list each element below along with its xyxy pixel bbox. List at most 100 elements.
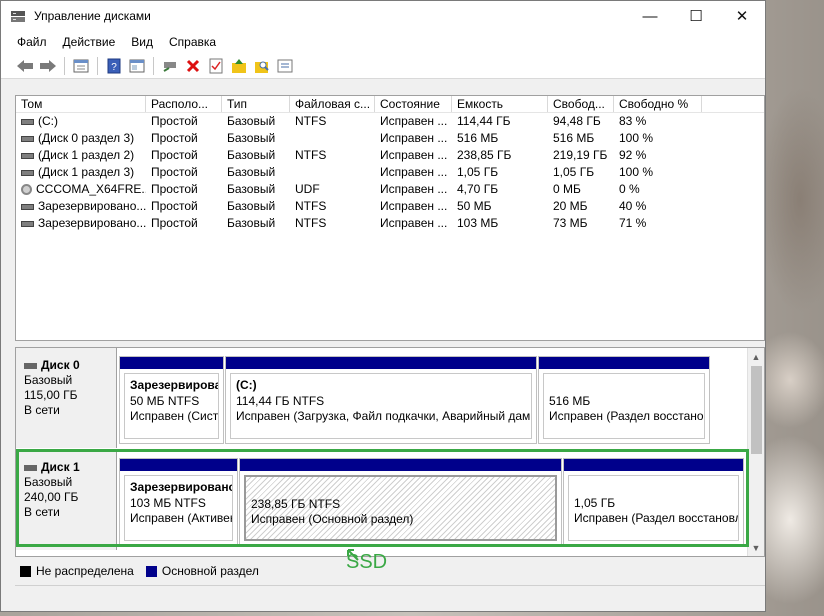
cell-type: Базовый: [227, 165, 276, 179]
column-header-capacity[interactable]: Емкость: [452, 96, 548, 112]
partition-size: 103 МБ NTFS: [130, 495, 206, 510]
cell-capacity: 114,44 ГБ: [457, 114, 511, 128]
disk-1-partition-2[interactable]: 238,85 ГБ NTFS Исправен (Основной раздел…: [239, 458, 562, 546]
disk-icon: [24, 362, 37, 369]
svg-text:?: ?: [111, 62, 117, 73]
table-row[interactable]: (Диск 0 раздел 3) Простой Базовый Исправен …: [16, 130, 764, 147]
cell-fs: UDF: [295, 182, 320, 196]
scrollbar-thumb[interactable]: [751, 366, 762, 454]
disk-1-partition-1[interactable]: Зарезервировано 103 МБ NTFS Исправен (Ак…: [119, 458, 238, 546]
table-row[interactable]: Зарезервировано... Простой Базовый NTFS Испр…: [16, 215, 764, 232]
volume-name: (Диск 1 раздел 3): [38, 165, 135, 179]
column-header-status[interactable]: Состояние: [375, 96, 452, 112]
cell-capacity: 4,70 ГБ: [457, 182, 499, 196]
disk-0-partition-2[interactable]: (C:) 114,44 ГБ NTFS Исправен (Загрузка, …: [225, 356, 537, 444]
table-row[interactable]: CCCOMA_X64FRE... Простой Базовый UDF Исправе…: [16, 181, 764, 198]
disk-1-partition-3[interactable]: 1,05 ГБ Исправен (Раздел восстановле: [563, 458, 744, 546]
menu-view[interactable]: Вид: [123, 35, 161, 49]
column-header-filesystem[interactable]: Файловая с...: [290, 96, 375, 112]
cell-free: 20 МБ: [553, 199, 588, 213]
disk-1-size: 240,00 ГБ: [24, 490, 79, 504]
cell-fs: [290, 164, 375, 181]
legend-swatch: [145, 565, 157, 577]
menu-action[interactable]: Действие: [55, 35, 124, 49]
scroll-down-icon[interactable]: ▼: [748, 539, 764, 556]
disk-0-label[interactable]: Диск 0 Базовый 115,00 ГБ В сети: [16, 348, 117, 448]
volume-icon: [21, 169, 34, 176]
properties-sheet-icon[interactable]: [127, 56, 147, 76]
disk-0-partition-1[interactable]: Зарезервирова 50 МБ NTFS Исправен (Систе: [119, 356, 224, 444]
status-bar: [15, 585, 765, 609]
partition-status: Исправен (Активен: [130, 511, 233, 525]
cell-capacity: 238,85 ГБ: [457, 148, 512, 162]
disk-0-name: Диск 0: [41, 358, 80, 372]
cell-layout: Простой: [151, 182, 198, 196]
table-row[interactable]: (C:) Простой Базовый NTFS Исправен ... 114,44…: [16, 113, 764, 130]
disk-map-scrollbar[interactable]: ▲ ▼: [747, 348, 764, 556]
cell-free: 219,19 ГБ: [553, 148, 608, 162]
legend: Не распределена Основной раздел: [15, 560, 765, 582]
cell-status: Исправен ...: [380, 114, 448, 128]
back-arrow-icon[interactable]: [15, 56, 35, 76]
table-row[interactable]: (Диск 1 раздел 2) Простой Базовый NTFS Испра…: [16, 147, 764, 164]
help-icon[interactable]: ?: [104, 56, 124, 76]
cell-type: Базовый: [227, 131, 276, 145]
partition-info: 1,05 ГБ Исправен (Раздел восстановле: [568, 475, 739, 541]
delete-icon[interactable]: [183, 56, 203, 76]
cell-free-pct: 40 %: [619, 199, 647, 213]
forward-arrow-icon[interactable]: [38, 56, 58, 76]
volume-name-cell: CCCOMA_X64FRE...: [16, 181, 146, 198]
folder-up-icon[interactable]: [229, 56, 249, 76]
cell-type: Базовый: [227, 216, 276, 230]
partition-bar: [120, 459, 237, 471]
cell-free: 73 МБ: [553, 216, 588, 230]
close-button[interactable]: ✕: [719, 1, 765, 31]
cell-fs: NTFS: [295, 199, 327, 213]
volume-name: CCCOMA_X64FRE...: [36, 182, 146, 196]
disk-1-label[interactable]: Диск 1 Базовый 240,00 ГБ В сети: [16, 450, 117, 550]
volume-icon: [21, 135, 34, 142]
partition-info: Зарезервирова 50 МБ NTFS Исправен (Систе: [124, 373, 219, 439]
volume-name: Зарезервировано...: [38, 199, 146, 213]
volume-name-cell: (C:): [16, 113, 146, 130]
connect-icon[interactable]: [160, 56, 180, 76]
properties-icon[interactable]: [71, 56, 91, 76]
disk-1-name: Диск 1: [41, 460, 80, 474]
menu-help[interactable]: Справка: [161, 35, 224, 49]
toolbar-separator: [153, 56, 154, 75]
partition-info: (C:) 114,44 ГБ NTFS Исправен (Загрузка, …: [230, 373, 532, 439]
column-header-layout[interactable]: Располо...: [146, 96, 222, 112]
legend-swatch: [20, 565, 31, 577]
volume-list[interactable]: Том Располо... Тип Файловая с... Состоян…: [15, 95, 765, 341]
partition-bar: [564, 459, 743, 471]
title-bar[interactable]: Управление дисками — ☐ ✕: [1, 1, 765, 31]
menu-bar: Файл Действие Вид Справка: [1, 31, 765, 53]
partition-status: Исправен (Раздел восстановле: [574, 511, 739, 525]
cell-free-pct: 100 %: [619, 131, 654, 145]
maximize-button[interactable]: ☐: [673, 1, 719, 31]
cell-status: Исправен ...: [380, 199, 448, 213]
minimize-button[interactable]: —: [627, 1, 673, 31]
column-header-free[interactable]: Свобод...: [548, 96, 614, 112]
cell-status: Исправен ...: [380, 182, 448, 196]
partition-size: 1,05 ГБ: [574, 495, 616, 510]
partition-title: Зарезервировано: [130, 480, 233, 494]
column-header-free-percent[interactable]: Свободно %: [614, 96, 702, 112]
checklist-icon[interactable]: [206, 56, 226, 76]
column-header-volume[interactable]: Том: [16, 96, 146, 112]
table-row[interactable]: Зарезервировано... Простой Базовый NTFS Испр…: [16, 198, 764, 215]
partition-title: [251, 481, 550, 497]
menu-file[interactable]: Файл: [9, 35, 55, 49]
settings-list-icon[interactable]: [275, 56, 295, 76]
table-row[interactable]: (Диск 1 раздел 3) Простой Базовый Исправен …: [16, 164, 764, 181]
partition-status: Исправен (Систе: [130, 409, 219, 423]
scroll-up-icon[interactable]: ▲: [748, 348, 764, 365]
volume-name-cell: Зарезервировано...: [16, 198, 146, 215]
search-folder-icon[interactable]: [252, 56, 272, 76]
partition-size: 238,85 ГБ NTFS: [251, 496, 341, 511]
cell-type: Базовый: [227, 148, 276, 162]
column-header-type[interactable]: Тип: [222, 96, 290, 112]
disk-0-partition-3[interactable]: 516 МБ Исправен (Раздел восстанов: [538, 356, 710, 444]
cell-free: 516 МБ: [553, 131, 595, 145]
cell-free: 0 МБ: [553, 182, 581, 196]
